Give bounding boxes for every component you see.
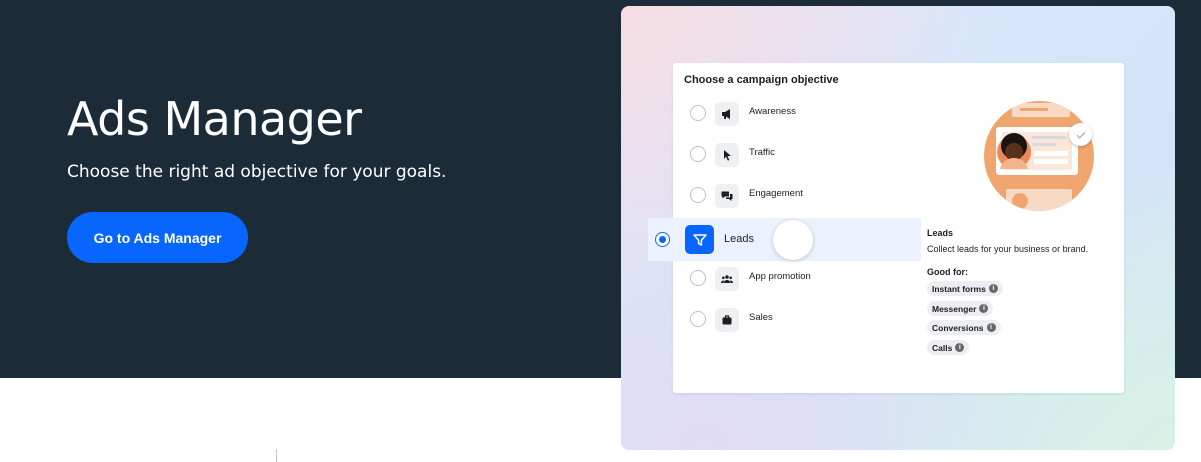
detail-title: Leads — [927, 228, 954, 238]
cursor-icon — [715, 143, 739, 167]
lead-profile-illustration — [984, 101, 1094, 211]
info-icon[interactable]: i — [979, 304, 989, 313]
option-label: Traffic — [749, 147, 775, 158]
hero-subtitle: Choose the right ad objective for your g… — [67, 162, 447, 182]
option-label: App promotion — [749, 271, 811, 282]
good-for-label: Good for: — [927, 267, 968, 277]
radio-button[interactable] — [690, 187, 706, 203]
objective-option-app-promotion[interactable]: App promotion — [673, 259, 921, 299]
option-label: Awareness — [749, 106, 796, 117]
megaphone-icon — [715, 102, 739, 126]
campaign-objective-card: Choose a campaign objective Awareness Tr… — [648, 63, 1124, 393]
radio-button-selected[interactable] — [655, 232, 670, 247]
card-title: Choose a campaign objective — [684, 74, 839, 86]
radio-button[interactable] — [690, 311, 706, 327]
objective-option-awareness[interactable]: Awareness — [673, 94, 921, 134]
radio-button[interactable] — [690, 105, 706, 121]
chip-messenger: Messenger i — [927, 301, 994, 316]
option-label: Sales — [749, 312, 773, 323]
chip-conversions: Conversions i — [927, 320, 1001, 335]
info-icon[interactable]: i — [988, 284, 998, 293]
chat-bubbles-icon — [715, 184, 739, 208]
go-to-ads-manager-button[interactable]: Go to Ads Manager — [67, 212, 248, 263]
chip-label: Messenger — [932, 303, 977, 314]
option-label: Leads — [724, 233, 754, 245]
radio-button[interactable] — [690, 270, 706, 286]
touch-cursor-indicator — [773, 220, 813, 260]
objective-option-sales[interactable]: Sales — [673, 300, 921, 340]
checkmark-icon — [1069, 123, 1092, 146]
objective-option-traffic[interactable]: Traffic — [673, 135, 921, 175]
promo-illustration-panel: Choose a campaign objective Awareness Tr… — [621, 6, 1175, 450]
detail-description: Collect leads for your business or brand… — [927, 244, 1089, 254]
info-icon[interactable]: i — [955, 343, 965, 352]
radio-button[interactable] — [690, 146, 706, 162]
chip-label: Calls — [932, 342, 953, 353]
chip-calls: Calls i — [927, 340, 970, 355]
chip-instant-forms: Instant forms i — [927, 281, 1003, 296]
objective-option-engagement[interactable]: Engagement — [673, 176, 921, 216]
divider — [276, 449, 277, 462]
briefcase-icon — [715, 308, 739, 332]
option-label: Engagement — [749, 188, 803, 199]
funnel-icon — [685, 225, 714, 254]
page-title: Ads Manager — [67, 92, 362, 146]
chip-label: Conversions — [932, 322, 984, 333]
objective-option-leads[interactable]: Leads — [648, 218, 921, 261]
chip-label: Instant forms — [932, 283, 986, 294]
people-icon — [715, 267, 739, 291]
info-icon[interactable]: i — [986, 323, 996, 332]
